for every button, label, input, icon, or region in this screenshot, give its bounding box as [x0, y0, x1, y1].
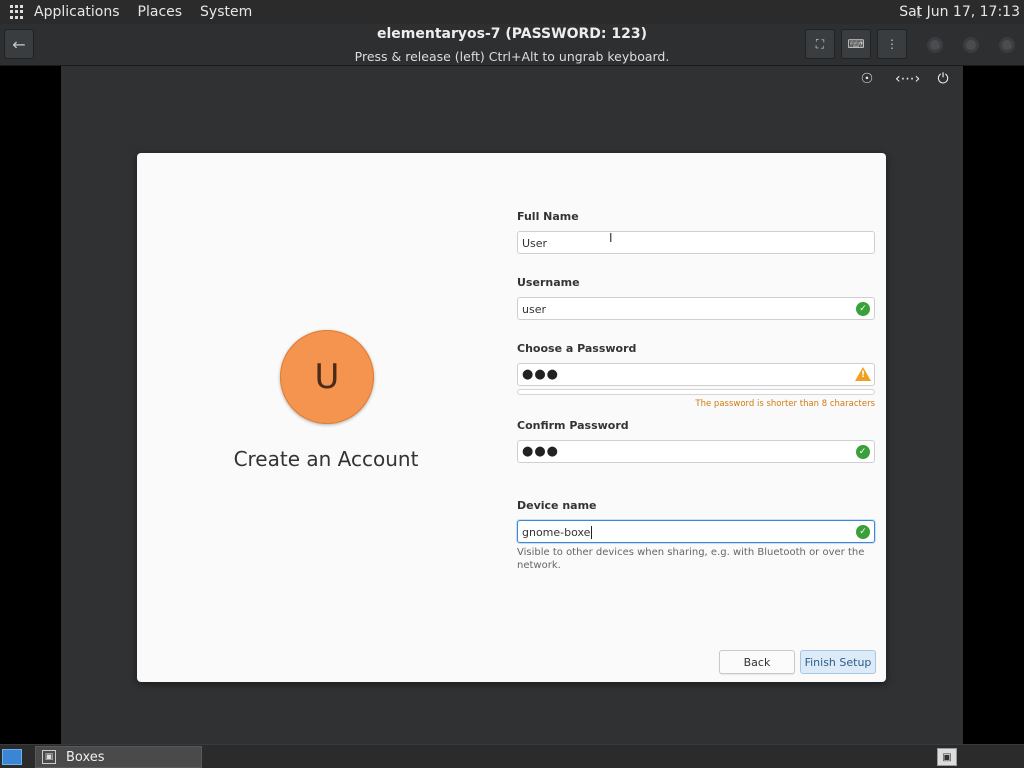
minimize-button[interactable]: [927, 37, 943, 53]
page-title: Create an Account: [233, 447, 419, 471]
boxes-headerbar: ← elementaryos-7 (PASSWORD: 123) Press &…: [0, 24, 1024, 66]
taskbar-item-label: Boxes: [66, 749, 105, 765]
finish-setup-button[interactable]: Finish Setup: [800, 650, 876, 674]
tray-boxes-icon[interactable]: ▣: [937, 748, 957, 766]
top-panel: Applications Places System Sat Jun 17, 1…: [0, 0, 1024, 24]
menu-system[interactable]: System: [200, 4, 252, 20]
valid-check-icon: ✓: [856, 302, 870, 316]
create-account-dialog: U Create an Account Full Name User I Use…: [137, 153, 886, 682]
vm-indicators: ☉ ‹⋯› ⏻: [857, 71, 953, 87]
device-name-field[interactable]: gnome-boxe ✓: [517, 520, 875, 543]
show-desktop-button[interactable]: [2, 749, 22, 765]
taskbar-item-boxes[interactable]: ▣ Boxes: [35, 746, 202, 768]
power-icon[interactable]: ⏻: [933, 71, 953, 87]
full-name-value: User: [522, 237, 548, 250]
menu-applications[interactable]: Applications: [34, 4, 120, 20]
apps-grid-icon[interactable]: [10, 5, 24, 19]
password-value: ●●●: [522, 367, 560, 382]
accessibility-icon[interactable]: ☉: [857, 71, 877, 87]
password-label: Choose a Password: [517, 342, 637, 355]
confirm-password-value: ●●●: [522, 444, 560, 459]
full-name-field[interactable]: User: [517, 231, 875, 254]
network-icon[interactable]: ‹⋯›: [895, 71, 920, 87]
device-name-label: Device name: [517, 499, 597, 512]
keyboard-icon[interactable]: ⌨: [841, 29, 871, 59]
device-name-value: gnome-boxe: [522, 526, 591, 539]
valid-check-icon: ✓: [856, 525, 870, 539]
confirm-password-field[interactable]: ●●● ✓: [517, 440, 875, 463]
username-field[interactable]: user ✓: [517, 297, 875, 320]
mouse-cursor-icon: I: [609, 231, 613, 245]
confirm-password-label: Confirm Password: [517, 419, 629, 432]
valid-check-icon: ✓: [856, 445, 870, 459]
avatar[interactable]: U: [280, 330, 374, 424]
username-value: user: [522, 303, 546, 316]
fullscreen-icon[interactable]: ⛶: [805, 29, 835, 59]
vm-display[interactable]: ☉ ‹⋯› ⏻ U Create an Account Full Name Us…: [61, 66, 963, 744]
text-caret: [591, 526, 593, 539]
back-button[interactable]: Back: [719, 650, 795, 674]
boxes-icon: ▣: [42, 750, 56, 764]
maximize-button[interactable]: [963, 37, 979, 53]
device-name-hint: Visible to other devices when sharing, e…: [517, 547, 865, 571]
password-field[interactable]: ●●● !: [517, 363, 875, 386]
menu-dots-icon[interactable]: ⋮: [877, 29, 907, 59]
full-name-label: Full Name: [517, 210, 579, 223]
taskbar: ▣ Boxes ▣: [0, 744, 1024, 768]
warning-icon: !: [855, 367, 871, 381]
close-button[interactable]: [999, 37, 1015, 53]
password-warning: The password is shorter than 8 character…: [695, 399, 875, 409]
password-strength-bar: [517, 389, 875, 395]
menu-places[interactable]: Places: [138, 4, 183, 20]
clock[interactable]: Sat Jun 17, 17:13: [899, 4, 1020, 20]
username-label: Username: [517, 276, 580, 289]
